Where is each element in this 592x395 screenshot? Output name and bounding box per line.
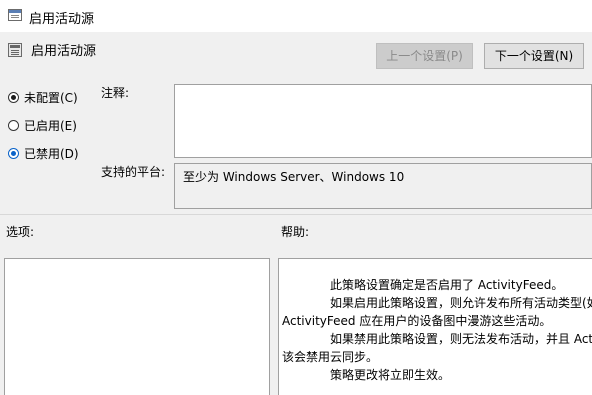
help-line: 此策略设置确定是否启用了 ActivityFeed。: [330, 278, 564, 292]
comment-textarea[interactable]: [174, 84, 592, 158]
help-line: 如果启用此策略设置，则允许发布所有活动类型(如: [330, 296, 592, 310]
options-panel: [4, 258, 270, 395]
platform-label: 支持的平台:: [101, 165, 166, 179]
help-line: 策略更改将立即生效。: [330, 368, 451, 382]
policy-setting-icon: [8, 43, 22, 57]
radio-label: 未配置(C): [24, 91, 78, 105]
help-line: 该会禁用云同步。: [282, 350, 379, 364]
radio-circle-icon[interactable]: [8, 92, 19, 103]
help-line: ActivityFeed 应在用户的设备图中漫游这些活动。: [282, 314, 552, 328]
help-label: 帮助:: [281, 225, 310, 239]
window-title: 启用活动源: [29, 12, 95, 27]
platform-value: 至少为 Windows Server、Windows 10: [183, 170, 405, 184]
next-setting-button[interactable]: 下一个设置(N): [484, 43, 584, 69]
radio-not-configured[interactable]: 未配置(C): [8, 89, 78, 106]
setting-title: 启用活动源: [31, 44, 97, 59]
policy-window-icon: [8, 9, 22, 21]
help-line: 如果禁用此策略设置，则无法发布活动，并且 Act: [330, 332, 592, 346]
radio-label: 已禁用(D): [24, 147, 79, 161]
radio-circle-icon[interactable]: [8, 120, 19, 131]
radio-circle-icon[interactable]: [8, 148, 19, 159]
help-panel: 此策略设置确定是否启用了 ActivityFeed。 如果启用此策略设置，则允许…: [278, 258, 592, 395]
previous-setting-button[interactable]: 上一个设置(P): [376, 43, 473, 69]
section-divider: [0, 214, 592, 215]
radio-label: 已启用(E): [24, 119, 77, 133]
title-bar: 启用活动源: [0, 0, 592, 32]
options-label: 选项:: [6, 225, 35, 239]
radio-disabled[interactable]: 已禁用(D): [8, 145, 79, 162]
radio-enabled[interactable]: 已启用(E): [8, 117, 77, 134]
comment-label: 注释:: [101, 86, 130, 100]
platform-field: 至少为 Windows Server、Windows 10: [174, 163, 592, 209]
